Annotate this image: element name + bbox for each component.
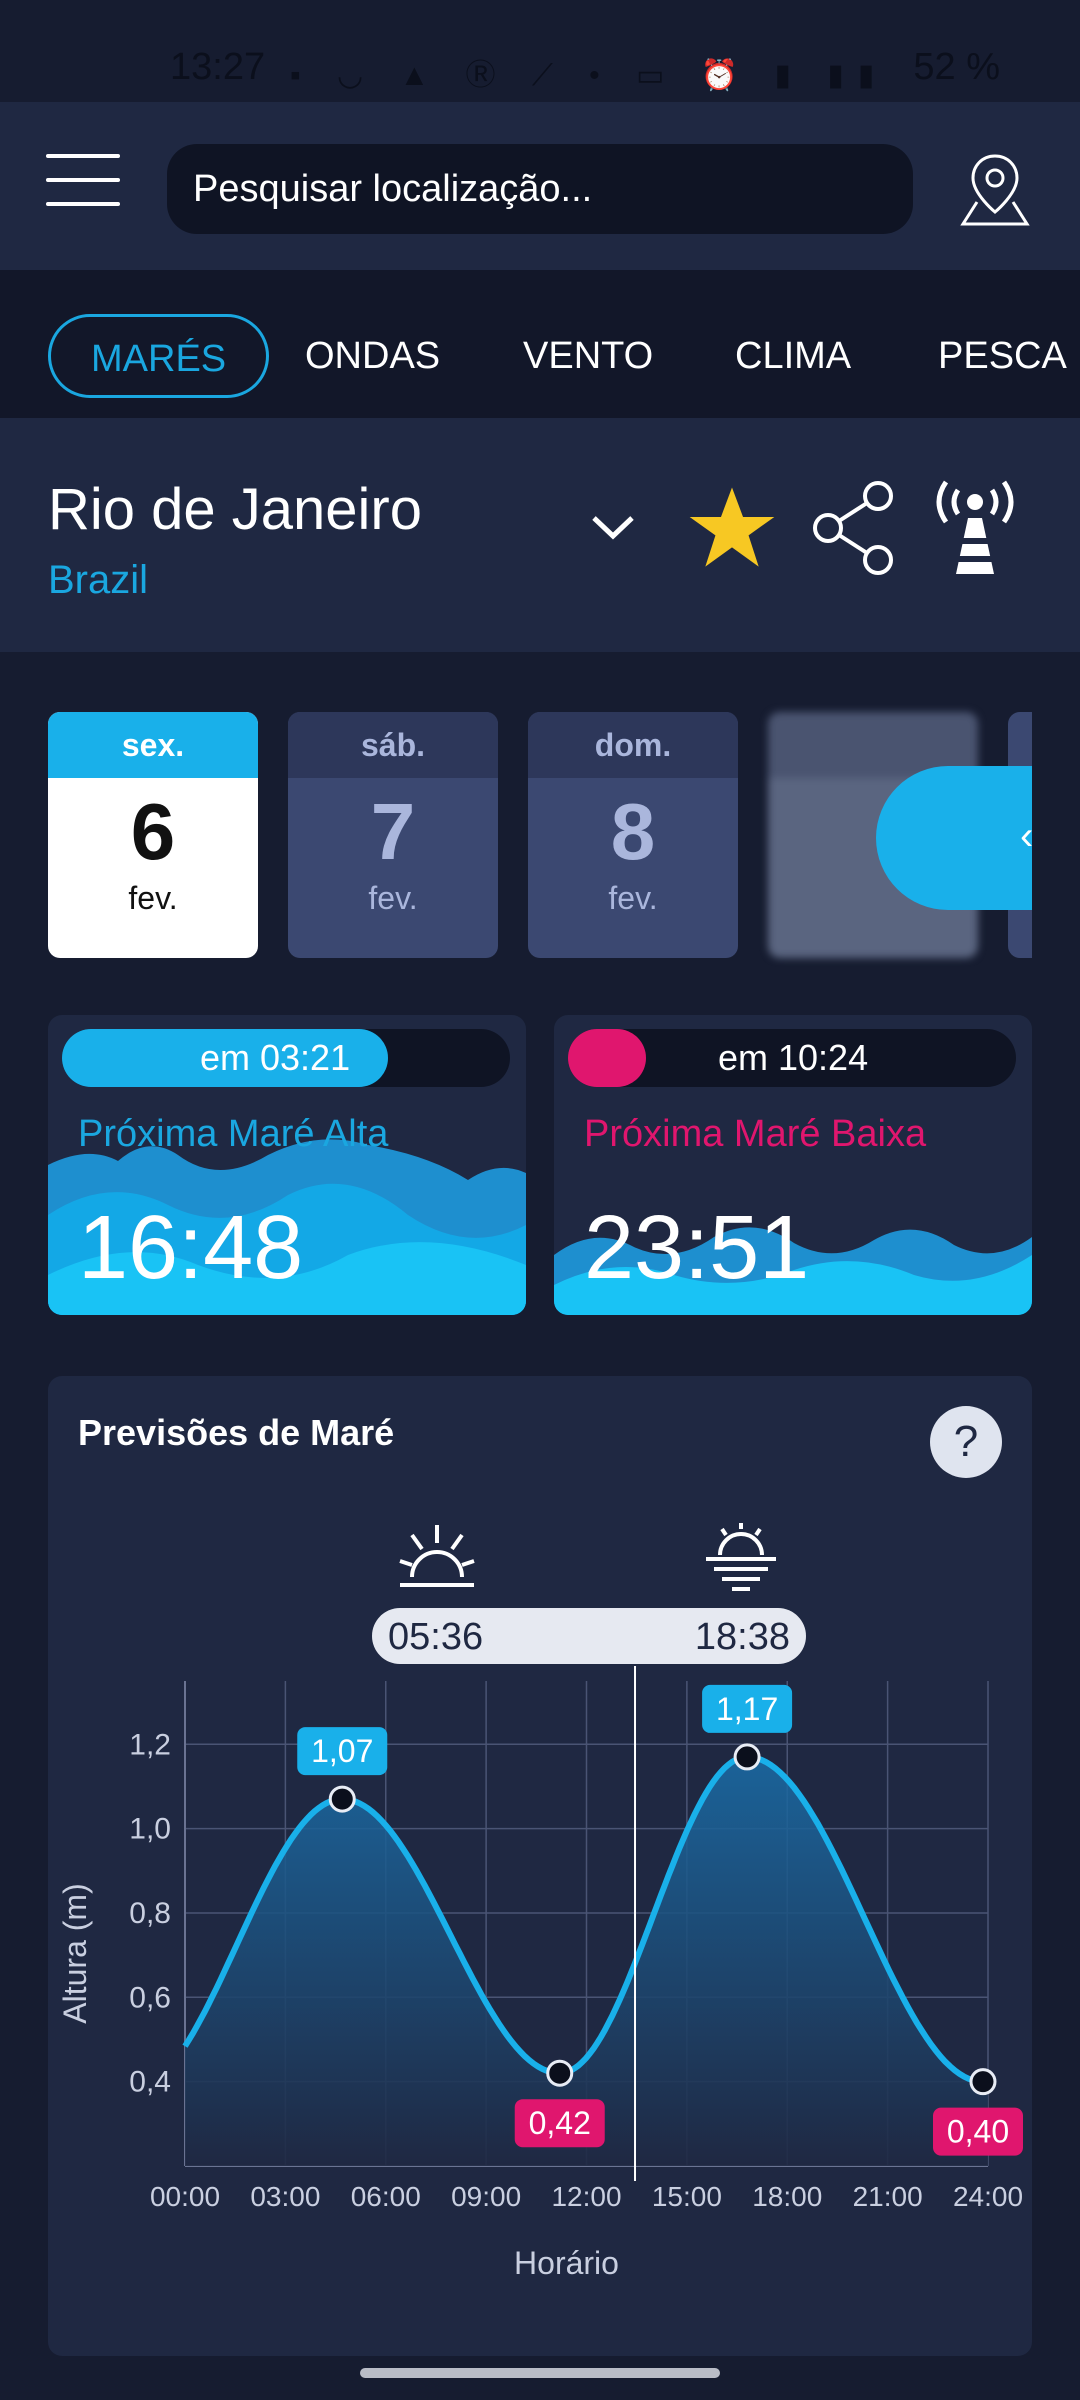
search-placeholder: Pesquisar localização...: [193, 168, 593, 210]
extreme-value-label: 1,17: [716, 1691, 778, 1727]
next-low-tide-card[interactable]: em 10:24 Próxima Maré Baixa 23:51: [554, 1015, 1032, 1315]
tab-clima[interactable]: CLIMA: [735, 314, 851, 398]
x-tick-label: 03:00: [250, 2181, 320, 2212]
home-indicator[interactable]: [360, 2368, 720, 2378]
next-low-time: 23:51: [584, 1198, 810, 1298]
sunrise-icon: [399, 1525, 475, 1587]
y-tick-label: 0,6: [129, 1981, 171, 2014]
chevron-down-icon[interactable]: [588, 508, 638, 548]
day-number: 7: [370, 787, 416, 876]
tab-mares[interactable]: MARÉS: [48, 314, 270, 398]
day-weekday: dom.: [528, 712, 738, 778]
day-number: 6: [130, 787, 176, 876]
help-button[interactable]: ?: [930, 1406, 1002, 1478]
chevron-right-icon: ‹: [1020, 814, 1034, 858]
next-high-time: 16:48: [78, 1198, 304, 1298]
countdown-pill: em 10:24: [568, 1029, 1016, 1087]
x-axis-title: Horário: [514, 2245, 619, 2281]
tide-forecast-panel: Previsões de Maré ? 05:36 18:38 00:00 03:…: [48, 1376, 1032, 2356]
day-card-selected[interactable]: sex. 6 fev.: [48, 712, 258, 958]
battery-level: 52 %: [913, 46, 1000, 88]
countdown-text: em 10:24: [718, 1037, 869, 1078]
status-icons: ▪ ◡ ▲ Ⓡ ⟋ • ▭ ⏰ ▮ ▮▮: [290, 59, 889, 92]
countdown-pill: em 03:21: [62, 1029, 510, 1087]
favorite-star-icon[interactable]: [686, 482, 778, 574]
x-tick-label: 18:00: [752, 2181, 822, 2212]
day-weekday: sáb.: [288, 712, 498, 778]
day-weekday: sex.: [48, 712, 258, 778]
extreme-value-label: 0,40: [947, 2114, 1009, 2150]
day-card[interactable]: sáb. 7 fev.: [288, 712, 498, 958]
day-month: fev.: [128, 880, 178, 916]
x-tick-label: 21:00: [853, 2181, 923, 2212]
y-tick-label: 0,4: [129, 2066, 171, 2099]
day-month: fev.: [368, 880, 418, 916]
day-number: 8: [610, 787, 656, 876]
next-high-tide-card[interactable]: em 03:21 Próxima Maré Alta 16:48: [48, 1015, 526, 1315]
extreme-point: [328, 1785, 356, 1813]
sunset-icon: [706, 1523, 776, 1591]
location-country: Brazil: [48, 558, 149, 602]
top-bar: Pesquisar localização...: [0, 102, 1080, 270]
y-axis-title: Altura (m): [57, 1883, 93, 2023]
extreme-value-label: 0,42: [529, 2105, 591, 2141]
tab-bar: MARÉS ONDAS VENTO CLIMA PESCA: [0, 270, 1080, 418]
status-bar: 13:27 ▪ ◡ ▲ Ⓡ ⟋ • ▭ ⏰ ▮ ▮▮ 52 %: [0, 0, 1080, 100]
extreme-point: [733, 1743, 761, 1771]
location-city: Rio de Janeiro: [48, 477, 422, 542]
daylight-bar: 05:36 18:38: [372, 1608, 806, 1664]
x-tick-label: 15:00: [652, 2181, 722, 2212]
extreme-value-label: 1,07: [311, 1733, 373, 1769]
x-tick-label: 09:00: [451, 2181, 521, 2212]
map-pin-icon[interactable]: [955, 150, 1035, 230]
menu-icon[interactable]: [46, 154, 120, 218]
search-input[interactable]: Pesquisar localização...: [167, 144, 913, 234]
countdown-text: em 03:21: [200, 1037, 351, 1078]
share-icon[interactable]: [808, 478, 898, 578]
panel-title: Previsões de Maré: [78, 1412, 395, 1453]
y-tick-label: 1,0: [129, 1813, 171, 1846]
extreme-point: [546, 2059, 574, 2087]
x-tick-label: 06:00: [351, 2181, 421, 2212]
y-tick-label: 0,8: [129, 1897, 171, 1930]
tab-pesca[interactable]: PESCA: [938, 314, 1067, 398]
next-high-label: Próxima Maré Alta: [78, 1113, 389, 1155]
x-tick-label: 24:00: [953, 2181, 1023, 2212]
status-time: 13:27: [170, 46, 266, 88]
day-card[interactable]: dom. 8 fev.: [528, 712, 738, 958]
tide-station-icon[interactable]: [930, 480, 1020, 580]
tab-vento[interactable]: VENTO: [523, 314, 653, 398]
tide-chart[interactable]: 00:00 03:00 06:00 09:00 12:00 15:00 18:00 21:00…: [48, 1666, 1032, 2356]
next-low-label: Próxima Maré Baixa: [584, 1113, 927, 1155]
y-tick-label: 1,2: [129, 1728, 171, 1761]
sunrise-time: 05:36: [388, 1616, 484, 1658]
extreme-point: [969, 2068, 997, 2096]
unlock-days-button[interactable]: ‹: [876, 766, 1034, 910]
x-tick-label: 00:00: [150, 2181, 220, 2212]
location-header: Rio de Janeiro Brazil: [0, 418, 1080, 652]
day-month: fev.: [608, 880, 658, 916]
x-tick-label: 12:00: [551, 2181, 621, 2212]
sunset-time: 18:38: [694, 1616, 790, 1658]
tab-ondas[interactable]: ONDAS: [305, 314, 440, 398]
